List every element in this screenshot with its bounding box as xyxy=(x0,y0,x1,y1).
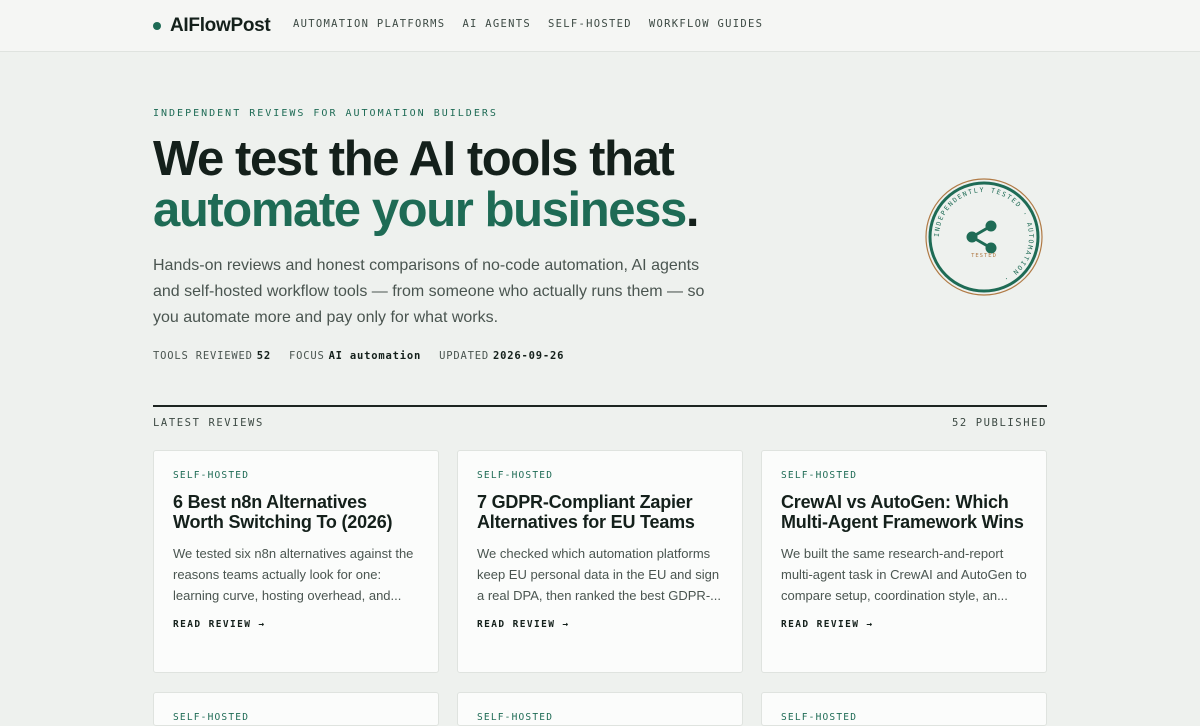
nav-automation-platforms[interactable]: AUTOMATION PLATFORMS xyxy=(293,18,445,30)
card-tag: SELF-HOSTED xyxy=(781,470,858,481)
review-card[interactable]: SELF-HOSTED xyxy=(761,692,1047,726)
review-card[interactable]: SELF-HOSTED 6 Best n8n Alternatives Wort… xyxy=(153,450,439,673)
card-description: We built the same research-and-report mu… xyxy=(781,546,1027,603)
hero-title-period: . xyxy=(685,183,700,237)
meta-focus: FOCUS AI automation xyxy=(288,350,422,362)
brand-name: AIFlowPost xyxy=(170,15,271,36)
card-title[interactable]: 7 GDPR-Compliant Zapier Alternatives for… xyxy=(477,492,723,532)
site-header: AIFlowPost AUTOMATION PLATFORMS AI AGENT… xyxy=(0,0,1200,52)
brand-dot-icon xyxy=(153,22,161,30)
nav-workflow-guides[interactable]: WORKFLOW GUIDES xyxy=(649,18,763,30)
share-nodes-icon xyxy=(966,220,997,254)
read-review-link[interactable]: READ REVIEW → xyxy=(173,619,419,630)
hero-meta: TOOLS REVIEWED 52 FOCUS AI automation UPDA… xyxy=(153,350,564,362)
hero-eyebrow: INDEPENDENT REVIEWS FOR AUTOMATION BUILD… xyxy=(153,108,498,119)
review-card[interactable]: SELF-HOSTED CrewAI vs AutoGen: Which Mul… xyxy=(761,450,1047,673)
card-tag: SELF-HOSTED xyxy=(173,712,250,723)
meta-updated: UPDATED 2026-09-26 xyxy=(439,350,565,362)
stamp-inner-ring xyxy=(928,181,1040,293)
hero-title-line1: We test the AI tools that xyxy=(153,132,675,186)
read-review-link[interactable]: READ REVIEW → xyxy=(781,619,1027,630)
card-title[interactable]: CrewAI vs AutoGen: Which Multi-Agent Fra… xyxy=(781,492,1027,532)
card-title[interactable]: 6 Best n8n Alternatives Worth Switching … xyxy=(173,492,419,532)
main-nav: AUTOMATION PLATFORMS AI AGENTS SELF-HOST… xyxy=(293,18,763,30)
card-tag: SELF-HOSTED xyxy=(173,470,250,481)
card-description: We checked which automation platforms ke… xyxy=(477,546,721,603)
tested-stamp: INDEPENDENTLY TESTED · AUTOMATION · TEST… xyxy=(925,178,1043,296)
hero-description: Hands-on reviews and honest comparisons … xyxy=(153,257,705,326)
stamp-outer-ring xyxy=(925,178,1043,296)
read-review-link[interactable]: READ REVIEW → xyxy=(477,619,723,630)
hero-title-line2: automate your business xyxy=(153,183,687,237)
card-tag: SELF-HOSTED xyxy=(781,712,858,723)
section-rule xyxy=(153,405,1047,407)
section-count: 52 PUBLISHED xyxy=(951,417,1047,429)
meta-tools-reviewed: TOOLS REVIEWED 52 xyxy=(153,350,271,362)
card-tag: SELF-HOSTED xyxy=(477,470,554,481)
nav-ai-agents[interactable]: AI AGENTS xyxy=(462,18,531,30)
review-card[interactable]: SELF-HOSTED 7 GDPR-Compliant Zapier Alte… xyxy=(457,450,743,673)
card-description: We tested six n8n alternatives against t… xyxy=(173,546,414,603)
review-card[interactable]: SELF-HOSTED xyxy=(457,692,743,726)
stamp-center-text: TESTED xyxy=(971,253,997,259)
hero-title: We test the AI tools that automate your … xyxy=(153,134,873,236)
card-tag: SELF-HOSTED xyxy=(477,712,554,723)
nav-self-hosted[interactable]: SELF-HOSTED xyxy=(548,18,632,30)
stamp-ring-text: INDEPENDENTLY TESTED · AUTOMATION · xyxy=(933,186,1035,284)
review-card[interactable]: SELF-HOSTED xyxy=(153,692,439,726)
section-label: LATEST REVIEWS xyxy=(153,417,264,429)
brand-logo[interactable]: AIFlowPost xyxy=(153,14,271,38)
